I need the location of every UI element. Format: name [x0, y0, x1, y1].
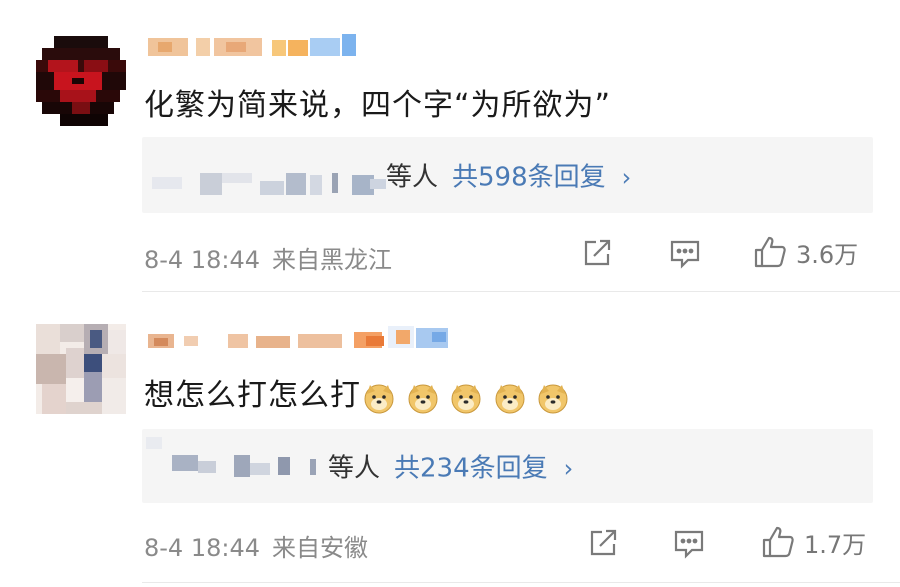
like-count: 3.6万 [796, 240, 859, 269]
username-blurred[interactable] [148, 324, 454, 350]
avatar[interactable] [36, 324, 126, 414]
comment-icon [668, 236, 702, 270]
share-icon [586, 526, 620, 560]
reply-usernames-blurred [142, 137, 392, 213]
doge-emoji-icon [407, 382, 439, 414]
username-blurred[interactable] [148, 34, 360, 60]
share-button[interactable] [586, 526, 620, 560]
reply-count-link[interactable]: 共598条回复 [452, 163, 606, 193]
chevron-right-icon[interactable]: › [564, 455, 574, 483]
comment-text-row: 想怎么打怎么打 [144, 370, 570, 414]
reply-summary[interactable]: 等人 共234条回复 › [328, 448, 573, 485]
doge-emoji-icon [363, 382, 395, 414]
like-button[interactable]: 1.7万 [760, 524, 866, 560]
comment-time: 8-4 18:44 [144, 534, 260, 562]
comment-time: 8-4 18:44 [144, 246, 260, 274]
share-icon [580, 236, 614, 270]
comment-icon [672, 526, 706, 560]
doge-emoji-icon [494, 382, 526, 414]
reply-count-link[interactable]: 共234条回复 [394, 454, 548, 484]
chevron-right-icon[interactable]: › [622, 164, 632, 192]
reply-others-label: 等人 [386, 162, 439, 193]
comment-meta: 8-4 18:44 来自安徽 [144, 528, 368, 563]
reply-preview-box[interactable]: 等人 共598条回复 › [142, 137, 873, 213]
reply-others-label: 等人 [328, 453, 381, 484]
like-count: 1.7万 [804, 530, 867, 559]
comment-location: 来自黑龙江 [272, 246, 392, 274]
avatar[interactable] [36, 36, 126, 126]
emoji-row [363, 379, 570, 414]
comment-location: 来自安徽 [272, 534, 368, 562]
comment-text: 想怎么打怎么打 [144, 378, 361, 413]
like-button[interactable]: 3.6万 [752, 234, 858, 270]
reply-usernames-blurred [142, 429, 332, 503]
comment-meta: 8-4 18:44 来自黑龙江 [144, 240, 392, 275]
reply-summary[interactable]: 等人 共598条回复 › [386, 157, 631, 194]
share-button[interactable] [580, 236, 614, 270]
thumbs-up-icon [752, 234, 788, 270]
comment-text: 化繁为简来说，四个字“为所欲为” [144, 88, 612, 123]
thumbs-up-icon [760, 524, 796, 560]
comment-button[interactable] [668, 236, 702, 270]
comment-button[interactable] [672, 526, 706, 560]
doge-emoji-icon [450, 382, 482, 414]
reply-preview-box[interactable]: 等人 共234条回复 › [142, 429, 873, 503]
divider [142, 582, 900, 583]
comment-1: 化繁为简来说，四个字“为所欲为” 等人 共598条回复 › 8-4 18:44 来自黑… [0, 0, 900, 292]
comment-2: 想怎么打怎么打 等人 共234条回复 › 8-4 18:44 来自安徽 1.7万 [0, 292, 900, 587]
doge-emoji-icon [537, 382, 569, 414]
